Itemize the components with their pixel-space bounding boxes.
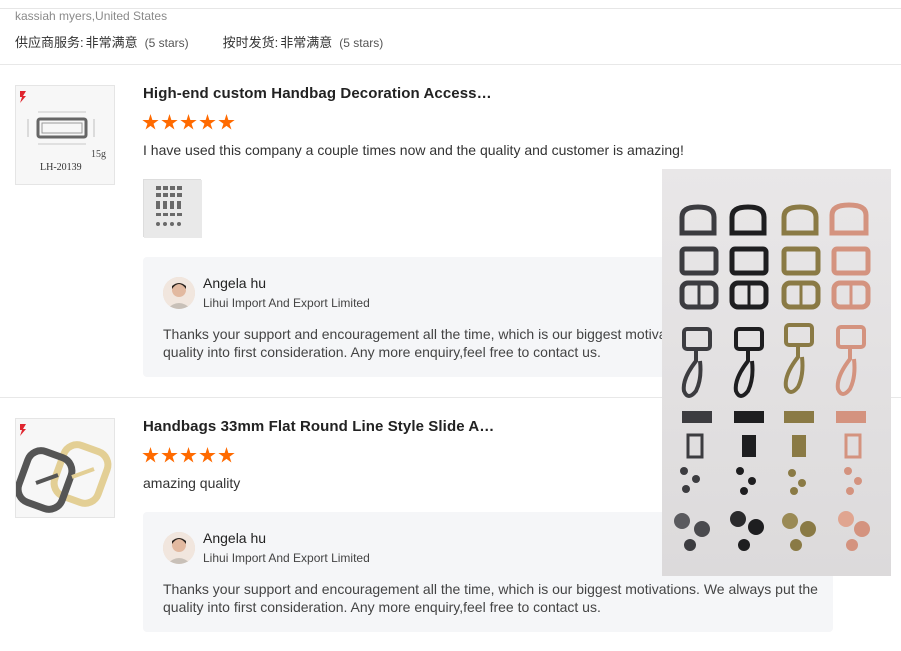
- review-comment: I have used this company a couple times …: [143, 142, 684, 158]
- star-icon: [199, 447, 216, 463]
- reply-company: Lihui Import And Export Limited: [203, 296, 370, 310]
- thumb-label: LH-20139: [40, 162, 82, 173]
- slide-buckle-icon: [16, 441, 112, 513]
- avatar: [163, 277, 195, 309]
- section-divider: [0, 64, 901, 65]
- star-rating: [142, 447, 235, 464]
- star-icon: [218, 447, 235, 463]
- reviewer-meta: kassiah myers,United States: [15, 9, 168, 23]
- star-icon: [161, 447, 178, 463]
- rating-service-value: 非常满意: [85, 35, 138, 50]
- star-icon: [180, 114, 197, 130]
- star-icon: [218, 114, 235, 130]
- star-icon: [142, 114, 159, 130]
- thumb-weight: 15g: [91, 149, 106, 160]
- star-icon: [199, 114, 216, 130]
- rating-shipping: 按时发货: 非常满意 (5 stars): [223, 32, 384, 51]
- star-icon: [180, 447, 197, 463]
- star-icon: [161, 114, 178, 130]
- product-thumbnail[interactable]: [15, 418, 115, 518]
- rating-shipping-stars: (5 stars): [339, 36, 384, 50]
- rating-shipping-value: 非常满意: [280, 35, 333, 50]
- supplier-ratings: 供应商服务: 非常满意 (5 stars) 按时发货: 非常满意 (5 stars): [15, 32, 383, 51]
- rating-service: 供应商服务: 非常满意 (5 stars): [15, 32, 189, 51]
- person-avatar-icon: [163, 532, 195, 564]
- star-rating: [142, 114, 235, 131]
- reply-author-name: Angela hu: [203, 530, 267, 546]
- rating-shipping-label: 按时发货:: [222, 35, 279, 50]
- reply-author-name: Angela hu: [203, 275, 267, 291]
- star-icon: [142, 447, 159, 463]
- avatar: [163, 532, 195, 564]
- enlarged-review-photo[interactable]: [662, 169, 891, 576]
- product-title[interactable]: Handbags 33mm Flat Round Line Style Slid…: [143, 418, 494, 435]
- product-thumbnail[interactable]: 15g LH-20139: [15, 85, 115, 185]
- reply-company: Lihui Import And Export Limited: [203, 551, 370, 565]
- review-photo-thumbnail[interactable]: [143, 179, 202, 238]
- review-comment: amazing quality: [143, 475, 241, 491]
- hardware-photo-icon: [144, 180, 202, 238]
- hardware-collection-photo-icon: [662, 169, 891, 576]
- person-avatar-icon: [163, 277, 195, 309]
- reply-text: Thanks your support and encouragement al…: [163, 581, 818, 615]
- product-title[interactable]: High-end custom Handbag Decoration Acces…: [143, 85, 492, 102]
- rating-service-stars: (5 stars): [144, 36, 189, 50]
- rating-service-label: 供应商服务:: [15, 35, 84, 50]
